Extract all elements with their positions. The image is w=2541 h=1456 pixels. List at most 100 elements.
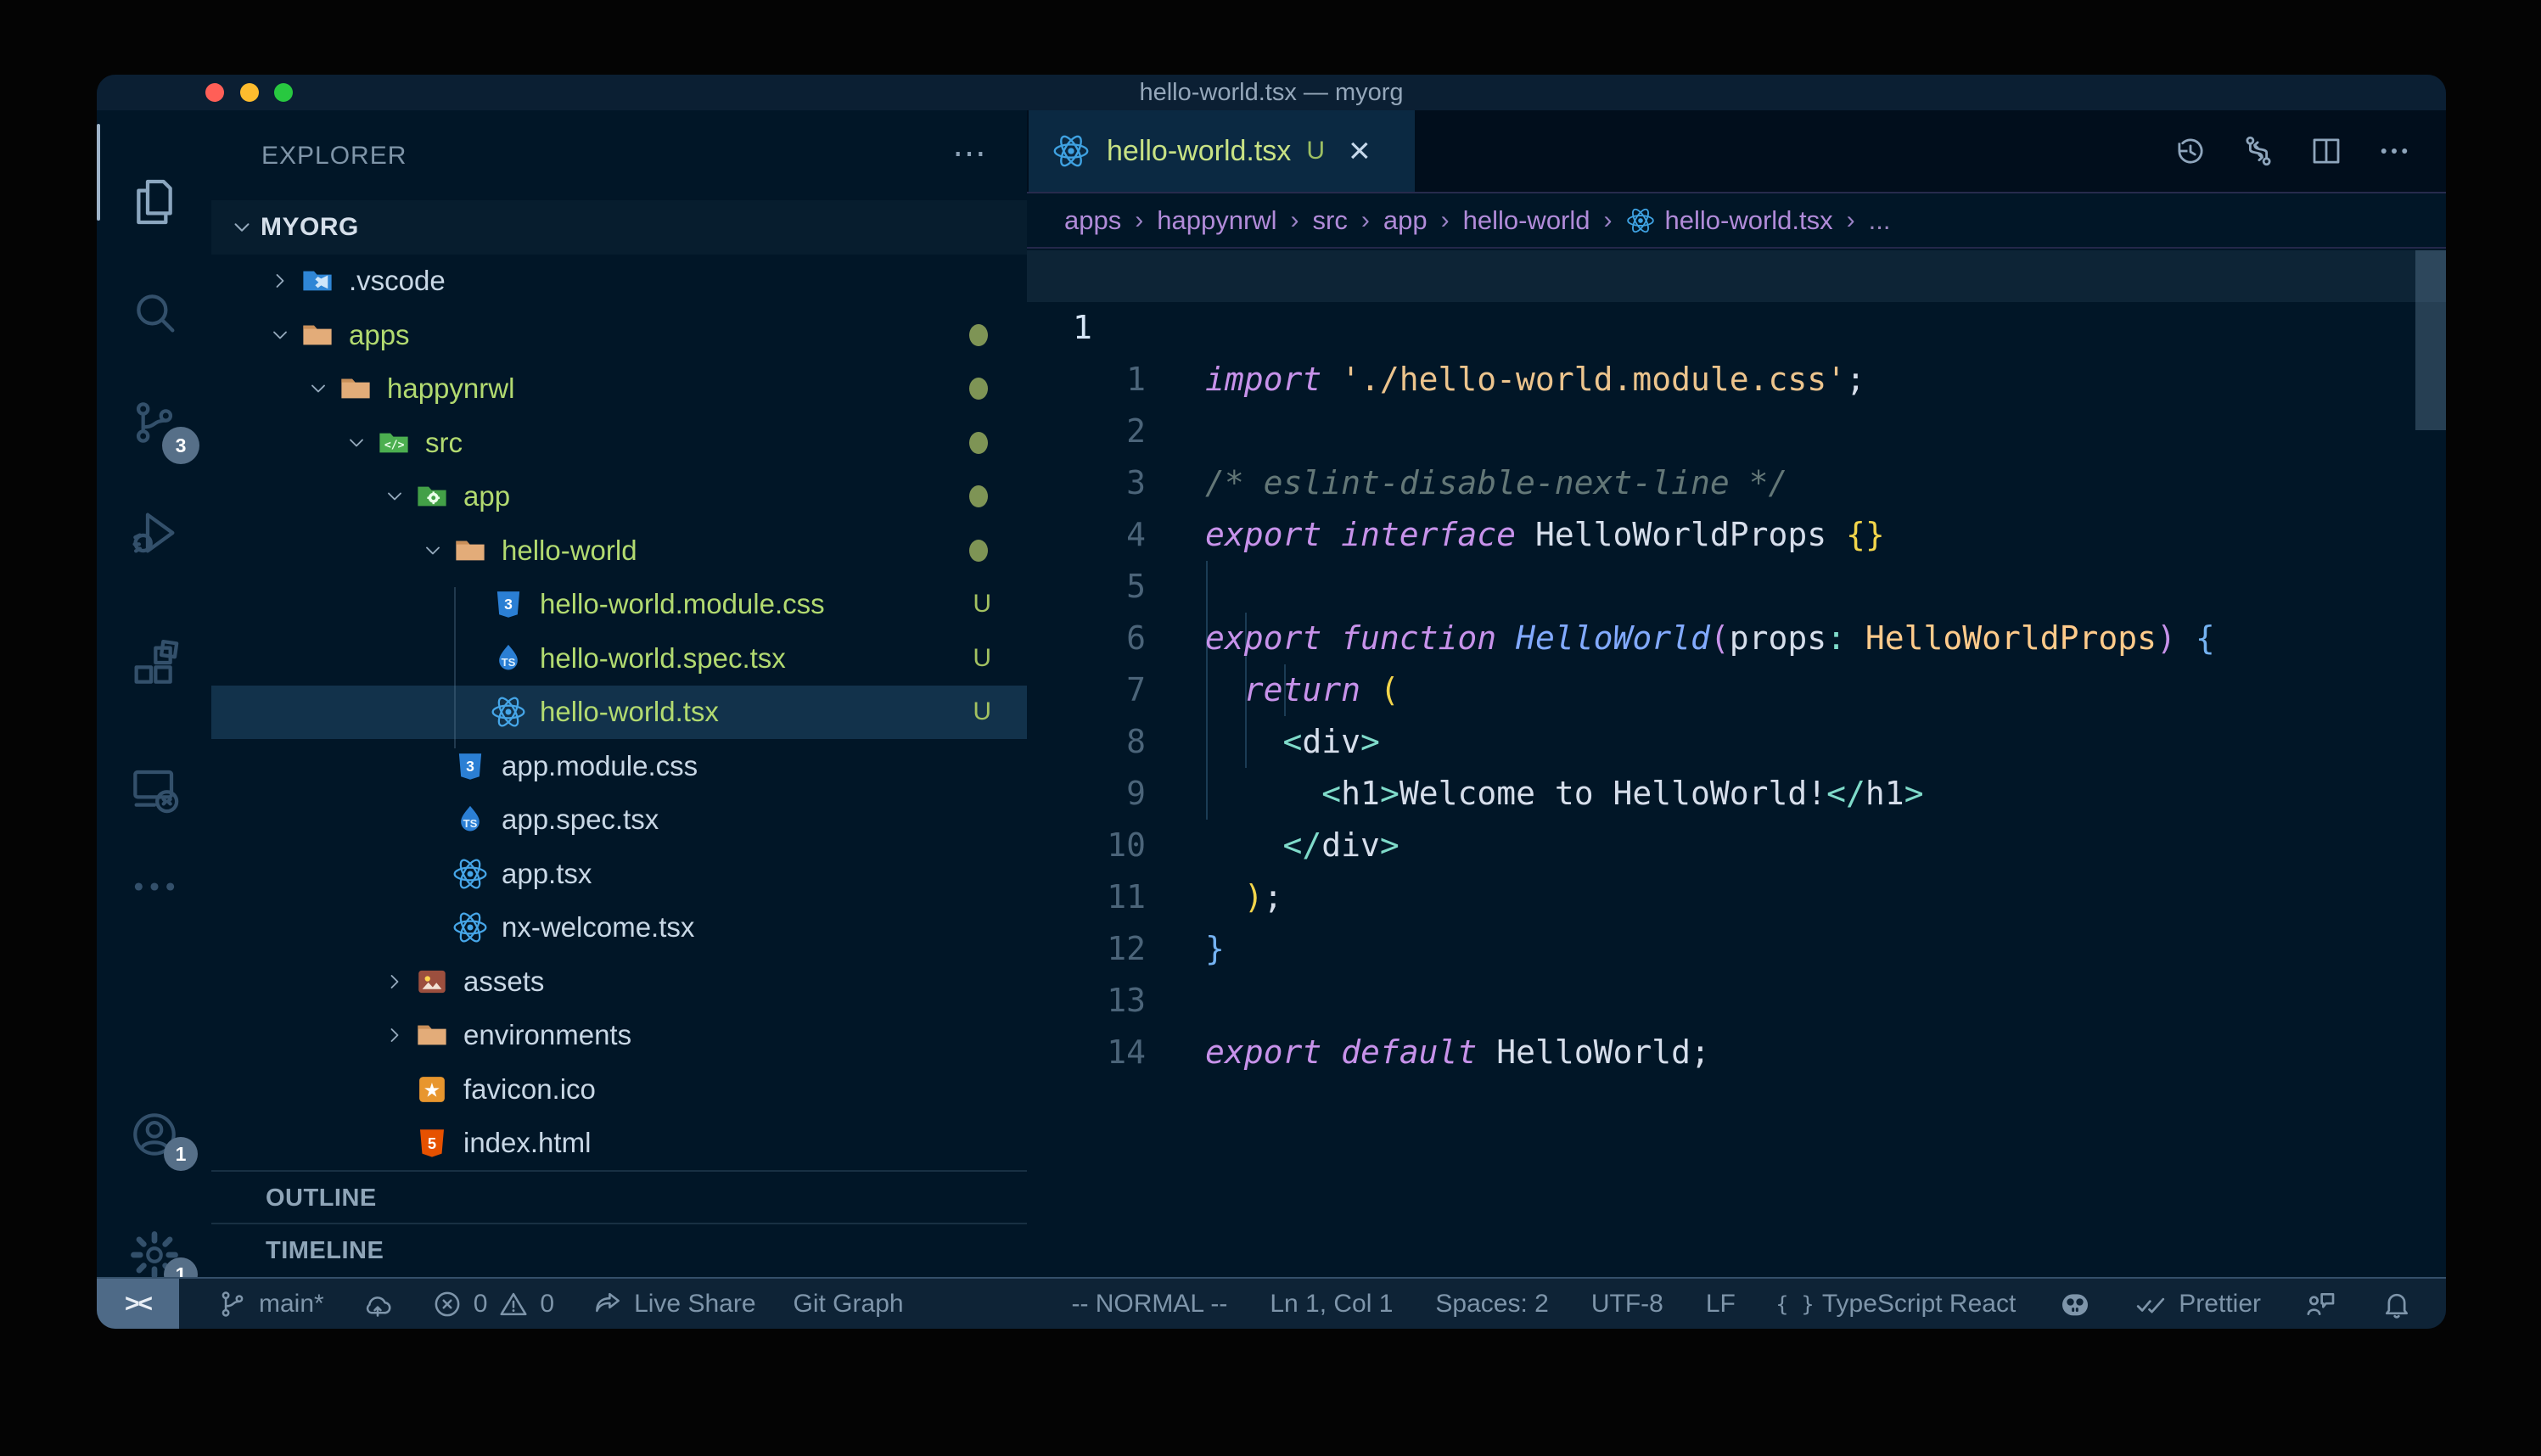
tree-item-nx-welcome-tsx[interactable]: nx-welcome.tsx bbox=[211, 901, 1027, 955]
breadcrumb-item[interactable]: app bbox=[1383, 205, 1428, 236]
breadcrumb-item[interactable]: happynrwl bbox=[1157, 205, 1276, 236]
remote-indicator[interactable]: >< bbox=[97, 1279, 179, 1329]
tree-item-app[interactable]: app bbox=[211, 470, 1027, 524]
code-line[interactable]: 2 /* eslint-disable-next-line */ bbox=[1027, 354, 2446, 406]
chevron-right-icon: › bbox=[1291, 206, 1299, 235]
breadcrumb-symbol[interactable]: ... bbox=[1869, 205, 1891, 236]
tree-item-environments[interactable]: environments bbox=[211, 1009, 1027, 1063]
breadcrumb-item[interactable]: src bbox=[1313, 205, 1348, 236]
statusbar-git-graph[interactable]: Git Graph bbox=[794, 1290, 904, 1319]
tree-item-favicon-ico[interactable]: ★ favicon.ico bbox=[211, 1062, 1027, 1117]
code-line[interactable]: 14 bbox=[1027, 975, 2446, 1027]
code-line[interactable]: 12 bbox=[1027, 871, 2446, 923]
breadcrumb-file[interactable]: hello-world.tsx bbox=[1626, 205, 1833, 236]
code-line[interactable]: 7 <div> bbox=[1027, 613, 2446, 664]
explorer-more-actions-icon[interactable]: ⋯ bbox=[952, 134, 986, 173]
tree-item-hello-world-module-css[interactable]: 3 hello-world.module.cssU bbox=[211, 578, 1027, 632]
code-line[interactable]: 8 <h1>Welcome to HelloWorld!</h1> bbox=[1027, 664, 2446, 716]
tree-root-myorg[interactable]: MYORG bbox=[211, 200, 1027, 255]
tree-item-hello-world-tsx[interactable]: hello-world.tsxU bbox=[211, 686, 1027, 740]
folder-icon bbox=[337, 370, 374, 407]
outline-section[interactable]: OUTLINE bbox=[211, 1170, 1027, 1224]
editor-scrollbar[interactable] bbox=[2415, 250, 2446, 430]
statusbar-encoding[interactable]: UTF-8 bbox=[1591, 1290, 1663, 1319]
tree-item-app-module-css[interactable]: 3 app.module.css bbox=[211, 739, 1027, 793]
statusbar-indentation[interactable]: Spaces: 2 bbox=[1435, 1290, 1548, 1319]
tree-item-happynrwl[interactable]: happynrwl bbox=[211, 362, 1027, 417]
chevron-right-icon: › bbox=[1361, 206, 1370, 235]
activitybar-extensions[interactable] bbox=[97, 619, 211, 713]
tab-hello-world-tsx[interactable]: hello-world.tsx U × bbox=[1029, 110, 1415, 192]
code-line[interactable]: 11 } bbox=[1027, 820, 2446, 871]
breadcrumb-item[interactable]: hello-world bbox=[1463, 205, 1590, 236]
code-line[interactable]: 6 return ( bbox=[1027, 561, 2446, 613]
chevron-right-icon: › bbox=[1847, 206, 1855, 235]
tree-item-hello-world-spec-tsx[interactable]: TS hello-world.spec.tsxU bbox=[211, 631, 1027, 686]
statusbar-live-share[interactable]: Live Share bbox=[592, 1288, 755, 1320]
code-editor[interactable]: 1 import './hello-world.module.css'; 1 2… bbox=[1027, 250, 2446, 1279]
chevron-right-icon bbox=[261, 269, 299, 293]
git-untracked-badge: U bbox=[973, 697, 991, 726]
activitybar-source-control[interactable]: 3 bbox=[97, 376, 211, 469]
file-tree: MYORG .vscode apps happynrwl </> src app… bbox=[211, 200, 1027, 1170]
activitybar-accounts[interactable]: 1 bbox=[97, 1088, 211, 1181]
statusbar-pet-face[interactable] bbox=[2058, 1287, 2092, 1321]
svg-text:TS: TS bbox=[463, 817, 478, 830]
tree-item-assets[interactable]: assets bbox=[211, 955, 1027, 1009]
close-tab-icon[interactable]: × bbox=[1349, 134, 1371, 168]
react-icon bbox=[490, 693, 527, 731]
statusbar-feedback[interactable] bbox=[2303, 1287, 2337, 1321]
svg-text:5: 5 bbox=[428, 1134, 436, 1152]
statusbar-git-branch[interactable]: main* bbox=[216, 1288, 324, 1320]
react-icon bbox=[452, 909, 489, 946]
folder-app-icon bbox=[413, 478, 451, 515]
tree-item-hello-world[interactable]: hello-world bbox=[211, 524, 1027, 578]
tree-item-app-tsx[interactable]: app.tsx bbox=[211, 847, 1027, 901]
code-line[interactable]: 1 bbox=[1027, 302, 2446, 354]
code-line[interactable]: 5 export function HelloWorld(props: Hell… bbox=[1027, 509, 2446, 561]
history-icon[interactable] bbox=[2173, 133, 2208, 169]
html-icon: 5 bbox=[413, 1124, 451, 1162]
tree-item-apps[interactable]: apps bbox=[211, 308, 1027, 362]
compare-changes-icon[interactable] bbox=[2241, 133, 2276, 169]
ellipsis-icon[interactable] bbox=[2376, 133, 2412, 169]
timeline-section[interactable]: TIMELINE bbox=[211, 1223, 1027, 1279]
tree-item-index-html[interactable]: 5 index.html bbox=[211, 1117, 1027, 1171]
breadcrumb-item[interactable]: apps bbox=[1064, 205, 1121, 236]
activitybar-search[interactable] bbox=[97, 266, 211, 359]
activitybar-more[interactable] bbox=[97, 840, 211, 933]
statusbar-notifications[interactable] bbox=[2380, 1287, 2414, 1321]
tree-item-app-spec-tsx[interactable]: TS app.spec.tsx bbox=[211, 793, 1027, 848]
code-line[interactable]: 1 import './hello-world.module.css'; bbox=[1027, 250, 2446, 302]
git-modified-dot bbox=[969, 540, 988, 562]
chevron-down-icon bbox=[222, 215, 261, 240]
activitybar-run-debug[interactable] bbox=[97, 486, 211, 580]
tree-item--vscode[interactable]: .vscode bbox=[211, 255, 1027, 309]
statusbar-eol[interactable]: LF bbox=[1706, 1290, 1736, 1319]
untracked-badge: U bbox=[1306, 137, 1325, 165]
editor-actions bbox=[2173, 110, 2412, 192]
code-line[interactable]: 13 export default HelloWorld; bbox=[1027, 923, 2446, 975]
code-line[interactable]: 3 export interface HelloWorldProps {} bbox=[1027, 406, 2446, 457]
statusbar-language-mode[interactable]: { }TypeScript React bbox=[1778, 1287, 2016, 1321]
git-modified-dot bbox=[969, 485, 988, 507]
vscode-window: hello-world.tsx — myorg 3 1 1 EXPLORER ⋯… bbox=[97, 75, 2446, 1329]
tab-bar: hello-world.tsx U × bbox=[1027, 110, 2446, 193]
statusbar-prettier[interactable]: Prettier bbox=[2134, 1287, 2261, 1321]
chevron-right-icon bbox=[375, 1023, 413, 1047]
git-untracked-badge: U bbox=[973, 590, 991, 619]
statusbar-problems[interactable]: 00 bbox=[431, 1288, 554, 1320]
test-icon: TS bbox=[490, 640, 527, 677]
code-line[interactable]: 4 bbox=[1027, 457, 2446, 509]
split-editor-icon[interactable] bbox=[2308, 133, 2344, 169]
react-icon bbox=[1626, 206, 1655, 235]
code-line[interactable]: 10 ); bbox=[1027, 768, 2446, 820]
tree-item-src[interactable]: </> src bbox=[211, 416, 1027, 470]
statusbar-vim-mode[interactable]: -- NORMAL -- bbox=[1071, 1290, 1227, 1319]
code-line[interactable]: 9 </div> bbox=[1027, 716, 2446, 768]
statusbar-publish[interactable] bbox=[362, 1288, 394, 1320]
activitybar-remote-explorer[interactable] bbox=[97, 742, 211, 836]
svg-text:TS: TS bbox=[502, 656, 516, 669]
statusbar-cursor-position[interactable]: Ln 1, Col 1 bbox=[1270, 1290, 1393, 1319]
activitybar-explorer[interactable] bbox=[97, 155, 211, 249]
